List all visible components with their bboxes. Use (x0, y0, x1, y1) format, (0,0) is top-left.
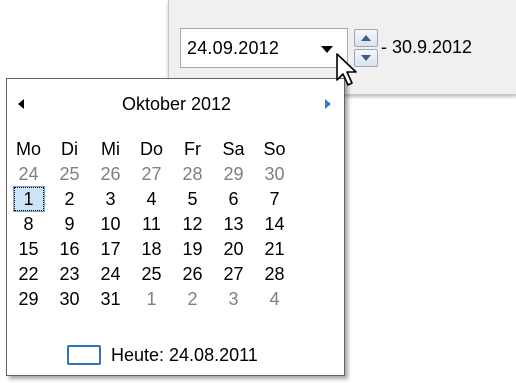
day-cell[interactable]: 10 (90, 212, 131, 237)
day-cell[interactable]: 14 (254, 212, 295, 237)
day-cell[interactable]: 24 (90, 262, 131, 287)
calendar-grid: Mo Di Mi Do Fr Sa So 24 25 26 27 28 29 3… (8, 137, 295, 312)
day-cell[interactable]: 21 (254, 237, 295, 262)
day-cell[interactable]: 12 (172, 212, 213, 237)
start-date-value: 24.09.2012 (187, 38, 280, 58)
day-cell[interactable]: 29 (213, 162, 254, 187)
day-cell[interactable]: 7 (254, 187, 295, 212)
end-date-label: - 30.9.2012 (381, 37, 473, 57)
day-cell[interactable]: 6 (213, 187, 254, 212)
day-cell[interactable]: 29 (8, 287, 49, 312)
day-cell[interactable]: 24 (8, 162, 49, 187)
weekday-header-row: Mo Di Mi Do Fr Sa So (8, 137, 295, 162)
day-cell[interactable]: 25 (49, 162, 90, 187)
day-cell[interactable]: 23 (49, 262, 90, 287)
weekday-header: Mi (101, 139, 120, 159)
day-cell[interactable]: 27 (131, 162, 172, 187)
day-cell[interactable]: 3 (90, 187, 131, 212)
day-cell[interactable]: 28 (254, 262, 295, 287)
day-cell[interactable]: 2 (172, 287, 213, 312)
weekday-header: Fr (184, 139, 201, 159)
weekday-header: Do (139, 139, 163, 159)
week-row: 15 16 17 18 19 20 21 (8, 237, 295, 262)
day-cell[interactable]: 18 (131, 237, 172, 262)
weekday-header: Di (61, 139, 78, 159)
day-cell[interactable]: 2 (49, 187, 90, 212)
day-cell[interactable]: 3 (213, 287, 254, 312)
month-title[interactable]: Oktober 2012 (7, 94, 346, 115)
day-cell[interactable]: 8 (8, 212, 49, 237)
mouse-cursor-icon (336, 53, 357, 86)
weekday-header: Mo (15, 139, 41, 159)
start-date-input[interactable]: 24.09.2012 (180, 28, 348, 68)
spin-up-icon[interactable] (354, 29, 378, 47)
calendar-popup: Oktober 2012 Mo Di Mi Do Fr Sa So 24 25 … (6, 78, 345, 376)
day-cell[interactable]: 17 (90, 237, 131, 262)
day-cell[interactable]: 4 (131, 187, 172, 212)
day-cell[interactable]: 19 (172, 237, 213, 262)
weekday-header: So (263, 139, 286, 159)
day-cell[interactable]: 30 (49, 287, 90, 312)
day-cell[interactable]: 20 (213, 237, 254, 262)
day-cell[interactable]: 27 (213, 262, 254, 287)
week-row: 22 23 24 25 26 27 28 (8, 262, 295, 287)
day-cell[interactable]: 13 (213, 212, 254, 237)
selected-day-cell[interactable]: 1 (8, 186, 49, 212)
day-cell[interactable]: 26 (90, 162, 131, 187)
selected-day-label: 1 (12, 186, 45, 212)
day-cell[interactable]: 25 (131, 262, 172, 287)
day-cell[interactable]: 22 (8, 262, 49, 287)
day-cell[interactable]: 5 (172, 187, 213, 212)
week-row: 24 25 26 27 28 29 30 (8, 162, 295, 187)
day-cell[interactable]: 9 (49, 212, 90, 237)
week-row: 8 9 10 11 12 13 14 (8, 212, 295, 237)
day-cell[interactable]: 28 (172, 162, 213, 187)
week-row: 1 2 3 4 5 6 7 (8, 186, 295, 212)
today-link[interactable]: Heute: 24.08.2011 (111, 345, 258, 366)
today-indicator-box[interactable] (67, 345, 101, 365)
day-cell[interactable]: 4 (254, 287, 295, 312)
day-cell[interactable]: 30 (254, 162, 295, 187)
dropdown-arrow-icon[interactable] (321, 46, 333, 53)
day-cell[interactable]: 11 (131, 212, 172, 237)
weekday-header: Sa (222, 139, 245, 159)
day-cell[interactable]: 31 (90, 287, 131, 312)
next-month-icon[interactable] (325, 99, 331, 109)
day-cell[interactable]: 26 (172, 262, 213, 287)
day-cell[interactable]: 15 (8, 237, 49, 262)
day-cell[interactable]: 16 (49, 237, 90, 262)
week-row: 29 30 31 1 2 3 4 (8, 287, 295, 312)
day-cell[interactable]: 1 (131, 287, 172, 312)
